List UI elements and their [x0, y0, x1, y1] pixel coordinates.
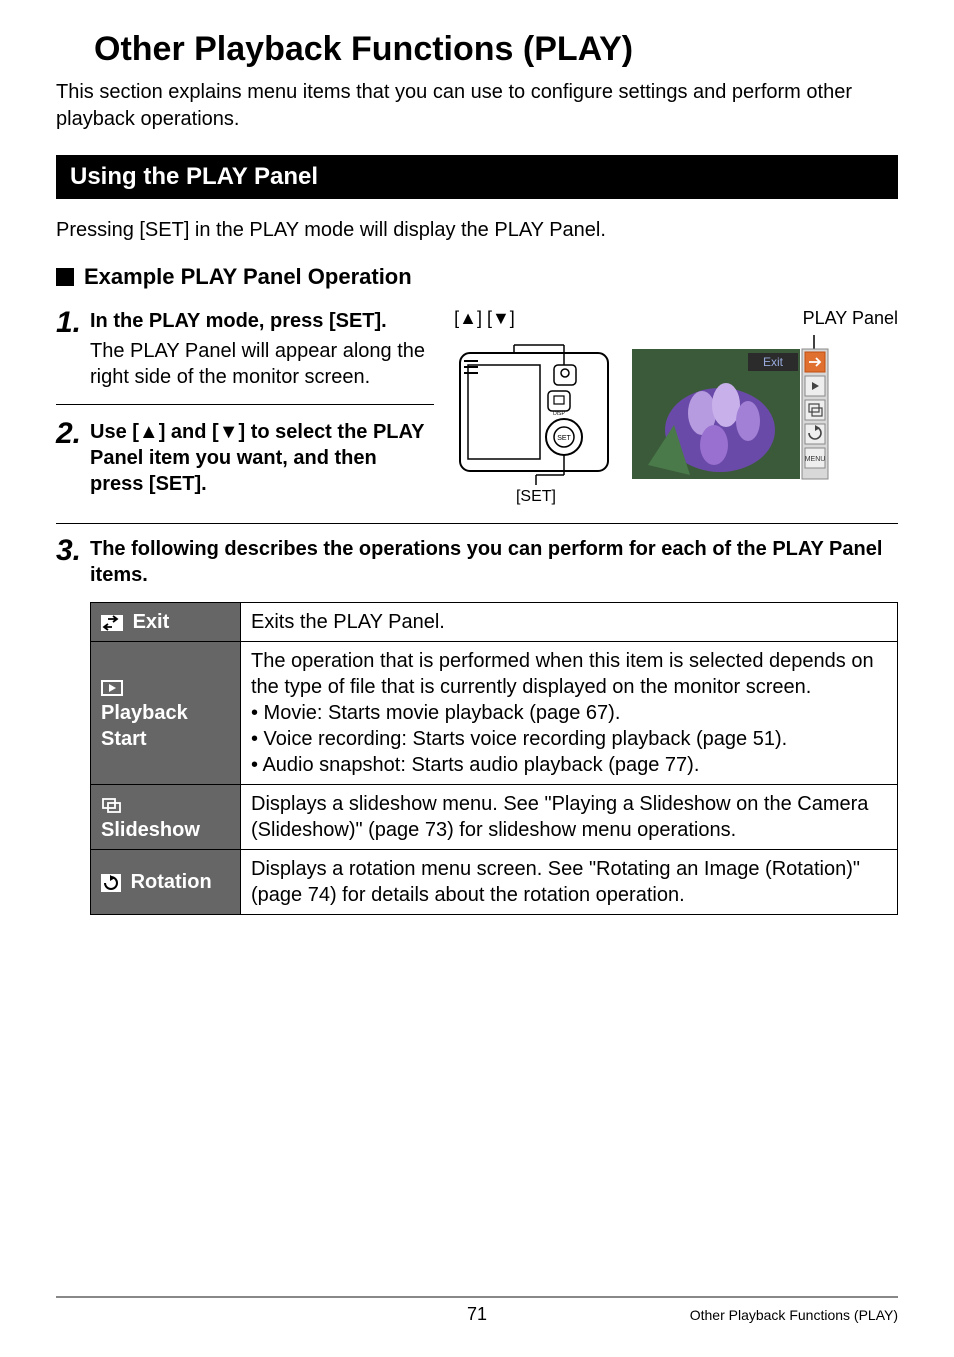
- rotation-desc: Displays a rotation menu screen. See "Ro…: [241, 850, 898, 915]
- playback-cell-label: Playback Start: [91, 642, 241, 785]
- table-row: Slideshow Displays a slideshow menu. See…: [91, 785, 898, 850]
- exit-label-text: Exit: [133, 611, 170, 633]
- screen-exit-label: Exit: [763, 355, 784, 369]
- slideshow-cell-label: Slideshow: [91, 785, 241, 850]
- rotation-cell-label: Rotation: [91, 850, 241, 915]
- step-2-number: 2.: [56, 419, 90, 497]
- set-button-label: [SET]: [516, 488, 556, 505]
- page-number: 71: [467, 1304, 487, 1325]
- footer-rule: [56, 1296, 898, 1298]
- exit-icon: [101, 615, 123, 631]
- slideshow-desc: Displays a slideshow menu. See "Playing …: [241, 785, 898, 850]
- table-row: Rotation Displays a rotation menu screen…: [91, 850, 898, 915]
- exit-cell-label: Exit: [91, 603, 241, 642]
- step-2-title: Use [▲] and [▼] to select the PLAY Panel…: [90, 419, 434, 497]
- intro-text: This section explains menu items that yo…: [56, 79, 898, 133]
- slideshow-icon: [101, 797, 123, 813]
- page-footer: 71 Other Playback Functions (PLAY): [56, 1296, 898, 1325]
- step-3-number: 3.: [56, 536, 90, 588]
- camera-diagram: DISP SET [SET]: [454, 335, 614, 510]
- exit-desc: Exits the PLAY Panel.: [241, 603, 898, 642]
- step-3-title: The following describes the operations y…: [90, 536, 898, 588]
- arrows-label: [▲] [▼]: [454, 308, 515, 329]
- step-1: 1. In the PLAY mode, press [SET]. The PL…: [56, 308, 434, 390]
- playback-icon: [101, 680, 123, 696]
- subhead-bullet-icon: [56, 268, 74, 286]
- svg-text:MENU: MENU: [805, 456, 826, 463]
- table-row: Exit Exits the PLAY Panel.: [91, 603, 898, 642]
- table-row: Playback Start The operation that is per…: [91, 642, 898, 785]
- playback-bullet-3: • Audio snapshot: Starts audio playback …: [251, 752, 887, 778]
- screen-preview: Exit M: [630, 335, 830, 490]
- svg-text:DISP: DISP: [553, 411, 565, 417]
- footer-title: Other Playback Functions (PLAY): [690, 1307, 898, 1323]
- playback-label-line1: Playback: [101, 702, 188, 724]
- step-1-desc: The PLAY Panel will appear along the rig…: [90, 338, 434, 390]
- play-panel-table: Exit Exits the PLAY Panel. Playback Star…: [90, 602, 898, 915]
- playback-bullet-1: • Movie: Starts movie playback (page 67)…: [251, 700, 887, 726]
- play-panel-label: PLAY Panel: [803, 308, 898, 329]
- playback-desc-intro: The operation that is performed when thi…: [251, 650, 874, 698]
- page-title: Other Playback Functions (PLAY): [94, 30, 898, 69]
- svg-text:SET: SET: [557, 435, 571, 442]
- step-1-title: In the PLAY mode, press [SET].: [90, 308, 434, 334]
- section-intro-text: Pressing [SET] in the PLAY mode will dis…: [56, 219, 898, 242]
- section-heading: Using the PLAY Panel: [56, 155, 898, 199]
- playback-bullet-2: • Voice recording: Starts voice recordin…: [251, 726, 887, 752]
- step-divider: [56, 404, 434, 405]
- rotation-label-text: Rotation: [131, 871, 212, 893]
- step-1-number: 1.: [56, 308, 90, 390]
- step-2: 2. Use [▲] and [▼] to select the PLAY Pa…: [56, 419, 434, 497]
- step-3: 3. The following describes the operation…: [56, 536, 898, 588]
- playback-label-line2: Start: [101, 728, 147, 750]
- slideshow-label-text: Slideshow: [101, 819, 200, 841]
- step-divider-full: [56, 523, 898, 524]
- playback-desc: The operation that is performed when thi…: [241, 642, 898, 785]
- subhead-text: Example PLAY Panel Operation: [84, 264, 412, 290]
- rotation-icon: [101, 874, 121, 892]
